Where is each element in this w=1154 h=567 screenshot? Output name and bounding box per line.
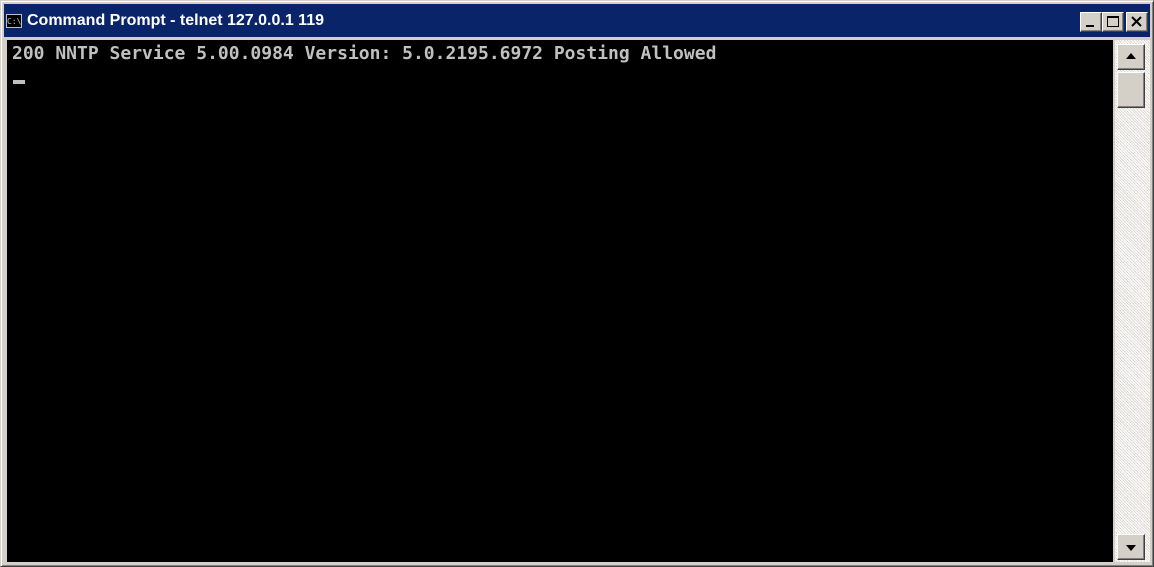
command-prompt-window: C:\ Command Prompt - telnet 127.0.0.1 11… (0, 0, 1154, 567)
console-icon[interactable]: C:\ (6, 13, 22, 28)
minimize-icon (1086, 25, 1094, 27)
vertical-scrollbar[interactable] (1115, 40, 1150, 562)
close-icon (1131, 16, 1142, 27)
maximize-icon (1107, 16, 1119, 27)
window-title: Command Prompt - telnet 127.0.0.1 119 (27, 11, 324, 29)
scroll-down-button[interactable] (1117, 534, 1145, 560)
scroll-thumb[interactable] (1117, 72, 1145, 108)
scroll-up-button[interactable] (1117, 44, 1145, 70)
scroll-up-arrow-icon (1126, 53, 1136, 59)
console-output[interactable]: 200 NNTP Service 5.00.0984 Version: 5.0.… (7, 40, 1113, 562)
window-controls (1080, 12, 1148, 32)
maximize-button[interactable] (1102, 12, 1124, 32)
text-cursor (13, 80, 25, 84)
console-line: 200 NNTP Service 5.00.0984 Version: 5.0.… (12, 43, 717, 64)
scroll-down-arrow-icon (1126, 545, 1136, 551)
title-bar[interactable]: C:\ Command Prompt - telnet 127.0.0.1 11… (4, 4, 1150, 37)
minimize-button[interactable] (1080, 12, 1102, 32)
close-button[interactable] (1126, 12, 1148, 32)
